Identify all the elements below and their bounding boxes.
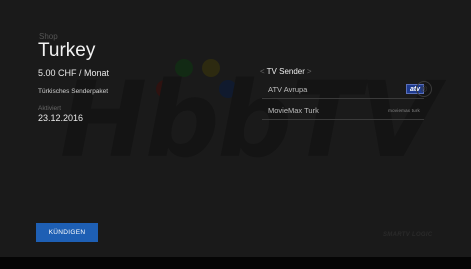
registered-mark-icon: ® xyxy=(416,81,432,97)
sender-item-label: ATV Avrupa xyxy=(268,84,308,94)
package-price: 5.00 CHF / Monat xyxy=(38,68,110,78)
sender-list-header[interactable]: < TV Sender > xyxy=(260,67,312,76)
moviemax-logo-icon: moviemax turk xyxy=(388,107,420,113)
activated-label: Aktiviert xyxy=(38,105,62,112)
sender-list-title: TV Sender xyxy=(266,67,305,76)
chevron-left-icon[interactable]: < xyxy=(260,67,265,76)
brand-watermark: SMARTV LOGIC xyxy=(383,232,433,238)
sender-item-label: MovieMax Turk xyxy=(268,105,319,115)
sender-item-moviemax[interactable]: MovieMax Turk moviemax turk xyxy=(262,101,424,120)
page-title: Turkey xyxy=(38,40,96,61)
shop-detail-screen: HbbTV Shop Turkey 5.00 CHF / Monat Türki… xyxy=(0,0,471,269)
activated-date: 23.12.2016 xyxy=(38,113,84,123)
package-description: Türkisches Senderpaket xyxy=(38,88,109,95)
chevron-right-icon[interactable]: > xyxy=(307,67,312,76)
cancel-subscription-button[interactable]: KÜNDIGEN xyxy=(36,223,98,242)
bottom-bar xyxy=(0,257,471,269)
sender-item-atv[interactable]: ATV Avrupa atv xyxy=(262,80,424,99)
